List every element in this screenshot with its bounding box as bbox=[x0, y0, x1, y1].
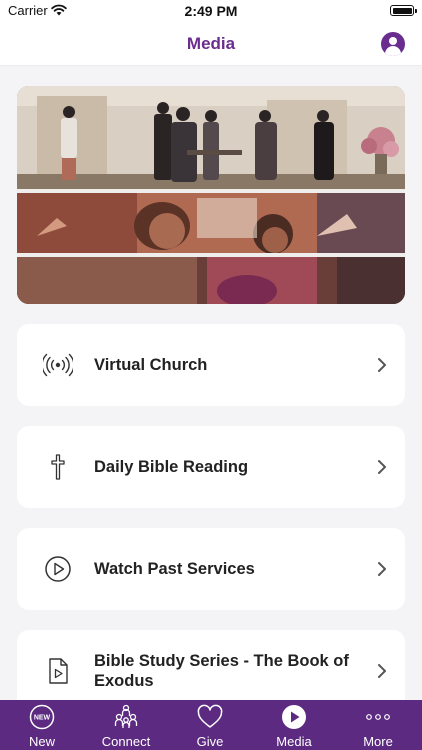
tab-media[interactable]: Media bbox=[252, 700, 336, 750]
play-circle-filled-icon bbox=[282, 705, 306, 729]
tab-new[interactable]: NEW New bbox=[0, 700, 84, 750]
tab-connect[interactable]: Connect bbox=[84, 700, 168, 750]
chevron-right-icon bbox=[378, 358, 386, 372]
chevron-right-icon bbox=[378, 562, 386, 576]
tab-label: Media bbox=[276, 734, 312, 749]
menu-item-label: Daily Bible Reading bbox=[94, 458, 249, 476]
ellipsis-icon bbox=[366, 714, 390, 720]
menu-item-virtual-church[interactable]: Virtual Church bbox=[17, 324, 405, 406]
tab-label: More bbox=[363, 734, 393, 749]
tab-bar: NEW New Connect Give Media More bbox=[0, 700, 422, 750]
menu-item-label: Virtual Church bbox=[94, 356, 208, 374]
menu-item-daily-bible-reading[interactable]: Daily Bible Reading bbox=[17, 426, 405, 508]
status-bar: Carrier 2:49 PM bbox=[0, 0, 422, 22]
status-time: 2:49 PM bbox=[184, 3, 238, 19]
page-title: Media bbox=[186, 34, 236, 53]
cross-icon bbox=[51, 454, 65, 480]
menu-item-watch-past-services[interactable]: Watch Past Services bbox=[17, 528, 405, 610]
profile-icon[interactable] bbox=[381, 32, 405, 56]
menu-item-label: Bible Study Series - The Book of Exodus bbox=[94, 652, 349, 690]
people-icon bbox=[114, 704, 138, 728]
heart-icon bbox=[197, 704, 223, 728]
video-file-icon bbox=[49, 658, 68, 684]
church-collage-image bbox=[17, 86, 405, 304]
tab-label: New bbox=[28, 734, 55, 749]
tab-label: Give bbox=[196, 734, 224, 749]
tab-label: Connect bbox=[101, 734, 151, 749]
battery-icon bbox=[390, 5, 417, 16]
navigation-bar: Media bbox=[0, 22, 422, 66]
new-badge-icon: NEW bbox=[29, 704, 55, 730]
broadcast-icon bbox=[43, 353, 73, 377]
menu-item-label: Watch Past Services bbox=[94, 560, 255, 578]
chevron-right-icon bbox=[378, 460, 386, 474]
chevron-right-icon bbox=[378, 664, 386, 678]
tab-more[interactable]: More bbox=[336, 700, 420, 750]
banner-image bbox=[17, 86, 405, 304]
new-badge-text: NEW bbox=[34, 715, 51, 722]
play-circle-icon bbox=[45, 556, 71, 582]
tab-give[interactable]: Give bbox=[168, 700, 252, 750]
